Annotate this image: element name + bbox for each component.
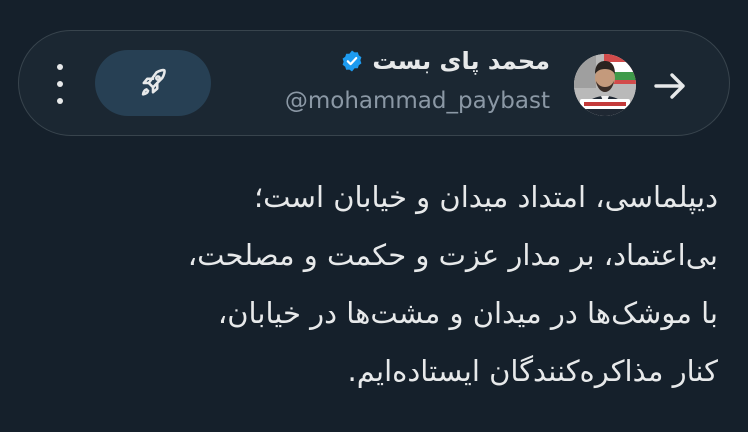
- more-vertical-icon: [57, 64, 63, 70]
- tweet-line: بی‌اعتماد، بر مدار عزت و حکمت و مصلحت،: [187, 238, 718, 272]
- verified-badge-icon: [342, 50, 362, 72]
- more-dot: [57, 98, 63, 104]
- tweet-line: با موشک‌ها در میدان و مشت‌ها در خیابان،: [217, 296, 718, 330]
- tweet-text: دیپلماسی، امتداد میدان و خیابان است؛ بی‌…: [28, 168, 718, 400]
- back-button[interactable]: [650, 66, 690, 106]
- profile-name-row: محمد پای بست: [340, 41, 550, 81]
- tweet-line: کنار مذاکره‌کنندگان ایستاده‌ایم.: [347, 354, 718, 388]
- arrow-right-icon: [654, 73, 685, 99]
- rocket-icon: [141, 68, 166, 96]
- boost-button[interactable]: [95, 50, 211, 116]
- avatar[interactable]: [574, 54, 636, 116]
- tweet-line: دیپلماسی، امتداد میدان و خیابان است؛: [253, 180, 718, 214]
- avatar-portrait-icon: [574, 54, 636, 116]
- display-name: محمد پای بست: [372, 47, 550, 75]
- more-dot: [57, 81, 63, 87]
- more-options-button[interactable]: [52, 64, 68, 104]
- profile-handle[interactable]: @mohammad_paybast: [285, 88, 550, 114]
